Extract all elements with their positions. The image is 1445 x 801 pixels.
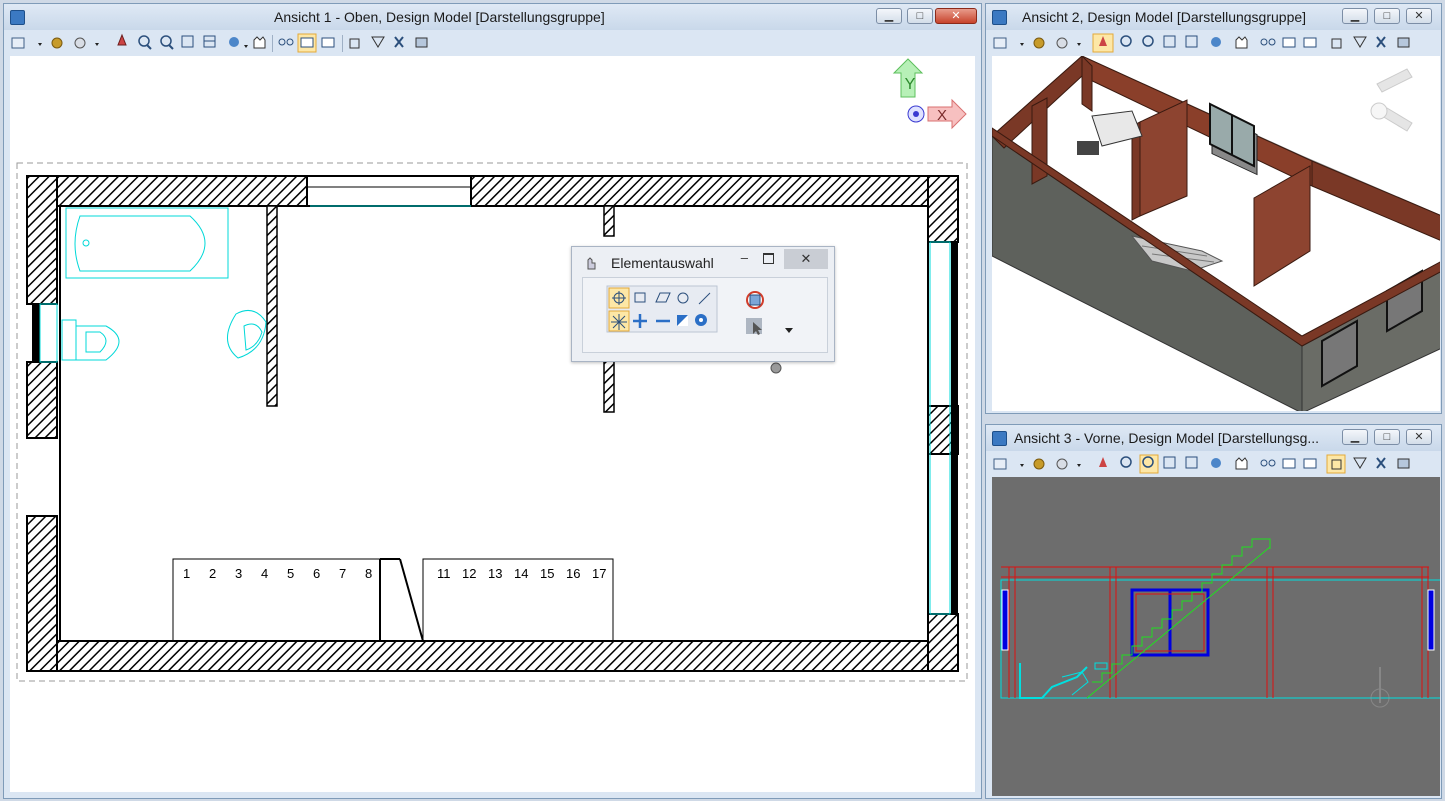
update-view-icon[interactable] [117, 33, 127, 46]
stair-step-number: 4 [261, 566, 268, 581]
stair-numbers-left: 1 2 3 4 5 6 7 8 [183, 566, 372, 581]
pan-icon[interactable] [253, 36, 266, 49]
axis-x-label: X [937, 107, 947, 124]
zoom-in-icon[interactable] [138, 35, 152, 50]
window-openings [32, 175, 951, 615]
stair-step-number: 2 [209, 566, 216, 581]
stair-step-number: 7 [339, 566, 346, 581]
zoom-out-icon[interactable] [160, 35, 174, 50]
stair-step-number: 13 [488, 566, 502, 581]
sink [227, 309, 267, 359]
view-3-minimize-button[interactable]: ▁ [1342, 429, 1368, 445]
view-attributes-icon[interactable] [11, 37, 42, 49]
view-3-close-button[interactable]: ✕ [1406, 429, 1432, 445]
view-1-toolbar-icons [11, 33, 428, 53]
view-2-close-button[interactable]: ✕ [1406, 8, 1432, 24]
dialog-title: Elementauswahl [611, 255, 714, 271]
view-1-toolbar [4, 30, 981, 56]
clear-selection-icon[interactable] [746, 291, 764, 309]
clip-volume-icon[interactable] [349, 38, 360, 49]
drawing-boundary [16, 162, 968, 682]
dialog-minimize-button[interactable]: – [741, 250, 748, 265]
view-previous-icon[interactable] [278, 38, 294, 46]
floor-plan-drawing: 1 2 3 4 5 6 7 8 11 12 13 14 15 16 17 Y X [16, 58, 968, 682]
view-2-toolbar [986, 30, 1441, 56]
rotate-view-icon[interactable] [229, 37, 248, 48]
stair-step-number: 8 [365, 566, 372, 581]
display-style-icon[interactable] [51, 37, 63, 49]
view-2-toolbar-icons [993, 33, 1410, 53]
view-2-title: Ansicht 2, Design Model [Darstellungsgru… [1022, 9, 1307, 25]
view-2-canvas[interactable] [992, 56, 1440, 411]
dialog-tool-icons [606, 285, 793, 335]
view-3-maximize-button[interactable]: □ [1374, 429, 1400, 445]
view-1-title: Ansicht 1 - Oben, Design Model [Darstell… [274, 9, 605, 25]
view-1-window: Ansicht 1 - Oben, Design Model [Darstell… [3, 3, 982, 799]
render-icon[interactable] [415, 37, 428, 48]
view-1-minimize-button[interactable]: ▁ [876, 8, 902, 24]
new-selection-icon[interactable] [611, 314, 627, 330]
view-3-title: Ansicht 3 - Vorne, Design Model [Darstel… [1014, 430, 1320, 446]
view-3-triad[interactable] [1370, 667, 1390, 708]
stair-step-number: 12 [462, 566, 476, 581]
view-app-icon [10, 10, 25, 25]
stair-step-number: 11 [437, 566, 451, 581]
clear-clip-icon[interactable] [394, 36, 404, 48]
view-2-minimize-button[interactable]: ▁ [1342, 8, 1368, 24]
stair-step-number: 14 [514, 566, 528, 581]
dialog-maximize-button[interactable] [763, 253, 774, 264]
view-2-window: Ansicht 2, Design Model [Darstellungsgru… [985, 3, 1442, 414]
stair-step-number: 16 [566, 566, 580, 581]
view-1-maximize-button[interactable]: □ [907, 8, 933, 24]
view-app-icon [992, 431, 1007, 446]
dialog-tool-panel [582, 277, 828, 353]
axis-triad[interactable]: Y X [892, 58, 967, 130]
stair-step-number: 15 [540, 566, 554, 581]
element-icon[interactable] [695, 314, 707, 326]
isometric-model-drawing [992, 56, 1440, 411]
copy-view-icon[interactable] [321, 37, 335, 48]
view-app-icon [992, 10, 1007, 25]
stair-step-number: 3 [235, 566, 242, 581]
view-1-canvas[interactable]: 1 2 3 4 5 6 7 8 11 12 13 14 15 16 17 Y X… [10, 56, 975, 792]
view-3-toolbar-icons [993, 454, 1410, 474]
clip-mask-icon[interactable] [371, 36, 385, 48]
stair-numbers-right: 11 12 13 14 15 16 17 [437, 566, 606, 581]
dialog-dropdown-icon[interactable] [785, 328, 793, 333]
front-elevation-drawing [1000, 538, 1440, 708]
invert-icon[interactable] [677, 315, 688, 326]
selection-mode-icon[interactable] [746, 318, 762, 335]
stair-step-number: 1 [183, 566, 190, 581]
toilet [61, 319, 120, 361]
view-1-titlebar[interactable]: Ansicht 1 - Oben, Design Model [Darstell… [4, 4, 981, 30]
view-2-titlebar[interactable]: Ansicht 2, Design Model [Darstellungsgru… [986, 4, 1441, 30]
view-1-close-button[interactable]: ✕ [935, 8, 977, 24]
view-2-triad[interactable] [1370, 68, 1413, 132]
view-2-maximize-button[interactable]: □ [1374, 8, 1400, 24]
axis-y-label: Y [905, 76, 916, 93]
fit-view-icon[interactable] [203, 35, 216, 48]
view-3-titlebar[interactable]: Ansicht 3 - Vorne, Design Model [Darstel… [986, 425, 1441, 451]
view-next-icon[interactable] [300, 37, 314, 48]
dialog-close-button[interactable]: ✕ [784, 249, 828, 269]
view-3-window: Ansicht 3 - Vorne, Design Model [Darstel… [985, 424, 1442, 799]
view-3-toolbar [986, 451, 1441, 477]
levels-icon[interactable] [74, 37, 99, 49]
bathtub [65, 207, 229, 279]
stair-step-number: 17 [592, 566, 606, 581]
stair-step-number: 5 [287, 566, 294, 581]
view-3-canvas[interactable] [992, 477, 1440, 796]
stair-step-number: 6 [313, 566, 320, 581]
element-selection-dialog: Elementauswahl – ✕ [571, 246, 835, 362]
window-area-icon[interactable] [181, 35, 194, 48]
selection-hand-icon [587, 257, 596, 270]
cursor-marker [770, 362, 782, 374]
